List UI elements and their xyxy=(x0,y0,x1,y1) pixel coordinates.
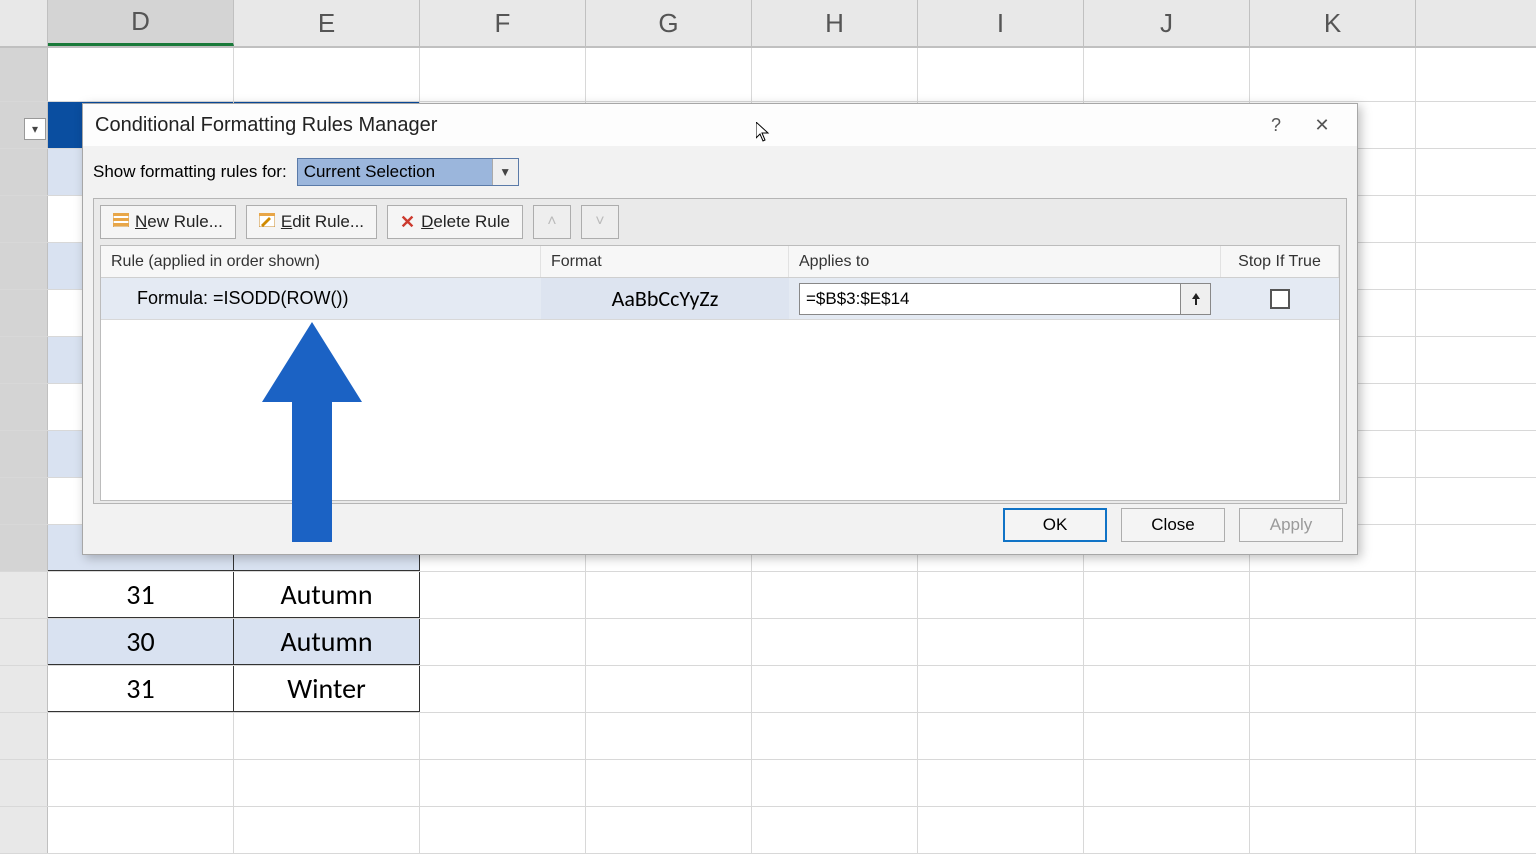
close-icon[interactable]: ✕ xyxy=(1299,106,1345,144)
help-button[interactable]: ? xyxy=(1253,106,1299,144)
close-button[interactable]: Close xyxy=(1121,508,1225,542)
chevron-down-icon: ˅ xyxy=(595,213,604,231)
cell-d[interactable]: 31 xyxy=(48,666,234,712)
col-header-rule: Rule (applied in order shown) xyxy=(101,246,541,277)
conditional-formatting-dialog: Conditional Formatting Rules Manager ? ✕… xyxy=(82,103,1358,555)
rule-row[interactable]: Formula: =ISODD(ROW()) AaBbCcYyZz =$B$3:… xyxy=(101,278,1339,320)
cell-e[interactable]: Autumn xyxy=(234,619,420,665)
chevron-down-icon[interactable]: ▼ xyxy=(492,159,518,185)
delete-icon: ✕ xyxy=(400,212,415,233)
edit-rule-icon xyxy=(259,212,275,232)
scope-value: Current Selection xyxy=(298,159,492,185)
col-header-format: Format xyxy=(541,246,789,277)
range-select-icon[interactable] xyxy=(1181,283,1211,315)
edit-rule-button[interactable]: Edit Rule... xyxy=(246,205,377,239)
cell-d[interactable]: 30 xyxy=(48,619,234,665)
scope-label: Show formatting rules for: xyxy=(93,162,287,182)
column-headers: D E F G H I J K xyxy=(0,0,1536,48)
filter-dropdown-icon[interactable]: ▾ xyxy=(24,118,46,140)
chevron-up-icon: ˄ xyxy=(547,213,556,231)
col-head-j[interactable]: J xyxy=(1084,0,1250,46)
ok-button[interactable]: OK xyxy=(1003,508,1107,542)
cell-e[interactable]: Winter xyxy=(234,666,420,712)
rule-description: Formula: =ISODD(ROW()) xyxy=(101,278,541,319)
delete-rule-button[interactable]: ✕ Delete Rule xyxy=(387,205,523,239)
col-head-e[interactable]: E xyxy=(234,0,420,46)
table-row[interactable]: 30 Autumn xyxy=(0,619,1536,666)
table-row[interactable]: 31 Autumn xyxy=(0,572,1536,619)
new-rule-button[interactable]: New Rule... xyxy=(100,205,236,239)
rules-table: Rule (applied in order shown) Format App… xyxy=(100,245,1340,501)
format-preview: AaBbCcYyZz xyxy=(541,278,789,319)
applies-to-input[interactable]: =$B$3:$E$14 xyxy=(799,283,1181,315)
move-down-button[interactable]: ˅ xyxy=(581,205,619,239)
col-head-i[interactable]: I xyxy=(918,0,1084,46)
apply-button[interactable]: Apply xyxy=(1239,508,1343,542)
col-head-h[interactable]: H xyxy=(752,0,918,46)
rowhead-spacer xyxy=(0,0,48,46)
cell-d[interactable]: 31 xyxy=(48,572,234,618)
table-row[interactable]: 31 Winter xyxy=(0,666,1536,713)
col-header-stop: Stop If True xyxy=(1221,246,1339,277)
col-head-f[interactable]: F xyxy=(420,0,586,46)
col-head-g[interactable]: G xyxy=(586,0,752,46)
col-head-k[interactable]: K xyxy=(1250,0,1416,46)
new-rule-icon xyxy=(113,212,129,232)
dialog-title: Conditional Formatting Rules Manager xyxy=(95,114,437,137)
scope-combobox[interactable]: Current Selection ▼ xyxy=(297,158,519,186)
cell-e[interactable]: Autumn xyxy=(234,572,420,618)
titlebar[interactable]: Conditional Formatting Rules Manager ? ✕ xyxy=(83,104,1357,146)
col-header-applies: Applies to xyxy=(789,246,1221,277)
stop-if-true-checkbox[interactable] xyxy=(1270,289,1290,309)
move-up-button[interactable]: ˄ xyxy=(533,205,571,239)
col-head-d[interactable]: D xyxy=(48,0,234,46)
